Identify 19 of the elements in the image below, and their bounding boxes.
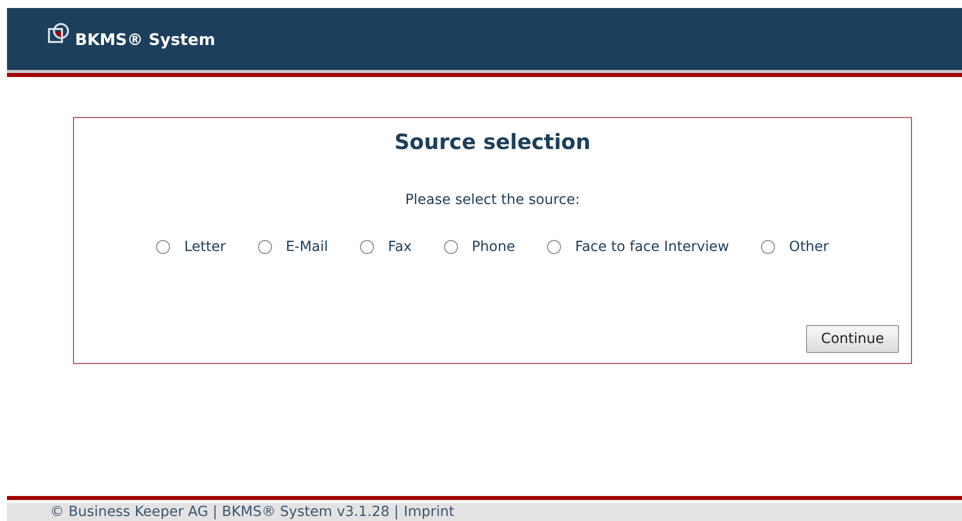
- continue-button[interactable]: Continue: [806, 325, 899, 353]
- app-title: BKMS® System: [75, 30, 216, 48]
- radio-button[interactable]: [761, 240, 776, 254]
- prompt-text: Please select the source:: [405, 192, 580, 208]
- radio-button[interactable]: [444, 240, 458, 254]
- source-option[interactable]: Fax: [354, 239, 418, 255]
- imprint-link[interactable]: Imprint: [404, 504, 454, 520]
- radio-button[interactable]: [156, 240, 170, 254]
- footer-text: © Business Keeper AG | BKMS® System v3.1.28 |: [50, 504, 399, 520]
- source-option[interactable]: Other: [755, 239, 835, 255]
- source-option[interactable]: Letter: [150, 239, 232, 255]
- source-option[interactable]: Face to face Interview: [541, 239, 736, 255]
- radio-button[interactable]: [360, 240, 374, 254]
- source-option[interactable]: Phone: [438, 239, 522, 255]
- card-title: Source selection: [394, 130, 591, 154]
- radio-button[interactable]: [547, 240, 562, 254]
- radio-button[interactable]: [258, 240, 272, 254]
- source-option[interactable]: E-Mail: [252, 239, 334, 255]
- logo-icon: [47, 23, 71, 45]
